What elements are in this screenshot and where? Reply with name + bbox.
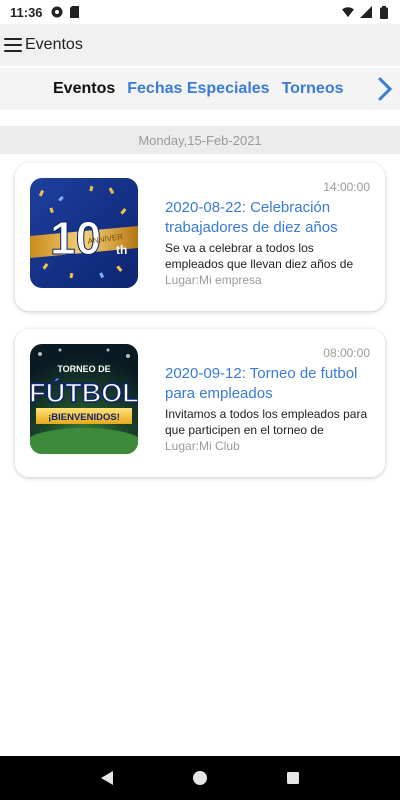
hamburger-menu-icon[interactable] xyxy=(4,38,22,52)
battery-icon xyxy=(378,5,390,19)
tab-fechas-especiales[interactable]: Fechas Especiales xyxy=(127,80,269,98)
recents-square-icon[interactable] xyxy=(283,768,303,788)
sd-card-icon xyxy=(69,6,81,18)
event-place: Lugar:Mi empresa xyxy=(165,273,262,287)
tab-eventos[interactable]: Eventos xyxy=(53,80,115,98)
home-circle-icon[interactable] xyxy=(190,768,210,788)
back-triangle-icon[interactable] xyxy=(97,768,117,788)
chevron-right-icon[interactable] xyxy=(376,77,394,101)
notification-icon xyxy=(51,6,63,18)
event-title[interactable]: 2020-09-12: Torneo de futbol para emplea… xyxy=(165,364,375,404)
signal-icon xyxy=(360,6,372,18)
svg-text:FÚTBOL: FÚTBOL xyxy=(30,377,138,408)
event-image: 10 th ANNIVER xyxy=(30,178,138,288)
svg-text:¡BIENVENIDOS!: ¡BIENVENIDOS! xyxy=(48,412,120,423)
event-time: 14:00:00 xyxy=(323,180,370,194)
event-description: Se va a celebrar a todos los empleados q… xyxy=(165,241,354,271)
system-nav-bar xyxy=(0,756,400,800)
svg-text:TORNEO DE: TORNEO DE xyxy=(57,364,110,374)
event-place: Lugar:Mi Club xyxy=(165,439,240,453)
event-card[interactable]: TORNEO DE FÚTBOL ¡BIENVENIDOS! 08:00:00 … xyxy=(15,329,385,477)
event-card[interactable]: 10 th ANNIVER 14:00:00 2020-08-22: Celeb… xyxy=(15,163,385,311)
event-time: 08:00:00 xyxy=(323,346,370,360)
event-image: TORNEO DE FÚTBOL ¡BIENVENIDOS! xyxy=(30,344,138,454)
event-description: Invitamos a todos los empleados para que… xyxy=(165,407,368,437)
event-title[interactable]: 2020-08-22: Celebración trabajadores de … xyxy=(165,198,375,238)
date-header: Monday,15-Feb-2021 xyxy=(0,126,400,154)
app-title: Eventos xyxy=(25,36,83,53)
tab-torneos[interactable]: Torneos xyxy=(282,80,344,98)
wifi-icon xyxy=(342,6,354,18)
svg-text:th: th xyxy=(116,243,127,257)
app-bar: Eventos xyxy=(0,24,400,66)
tabs-bar: Eventos Fechas Especiales Torneos xyxy=(0,68,400,110)
status-bar: 11:36 xyxy=(0,0,400,24)
status-time: 11:36 xyxy=(10,4,43,20)
